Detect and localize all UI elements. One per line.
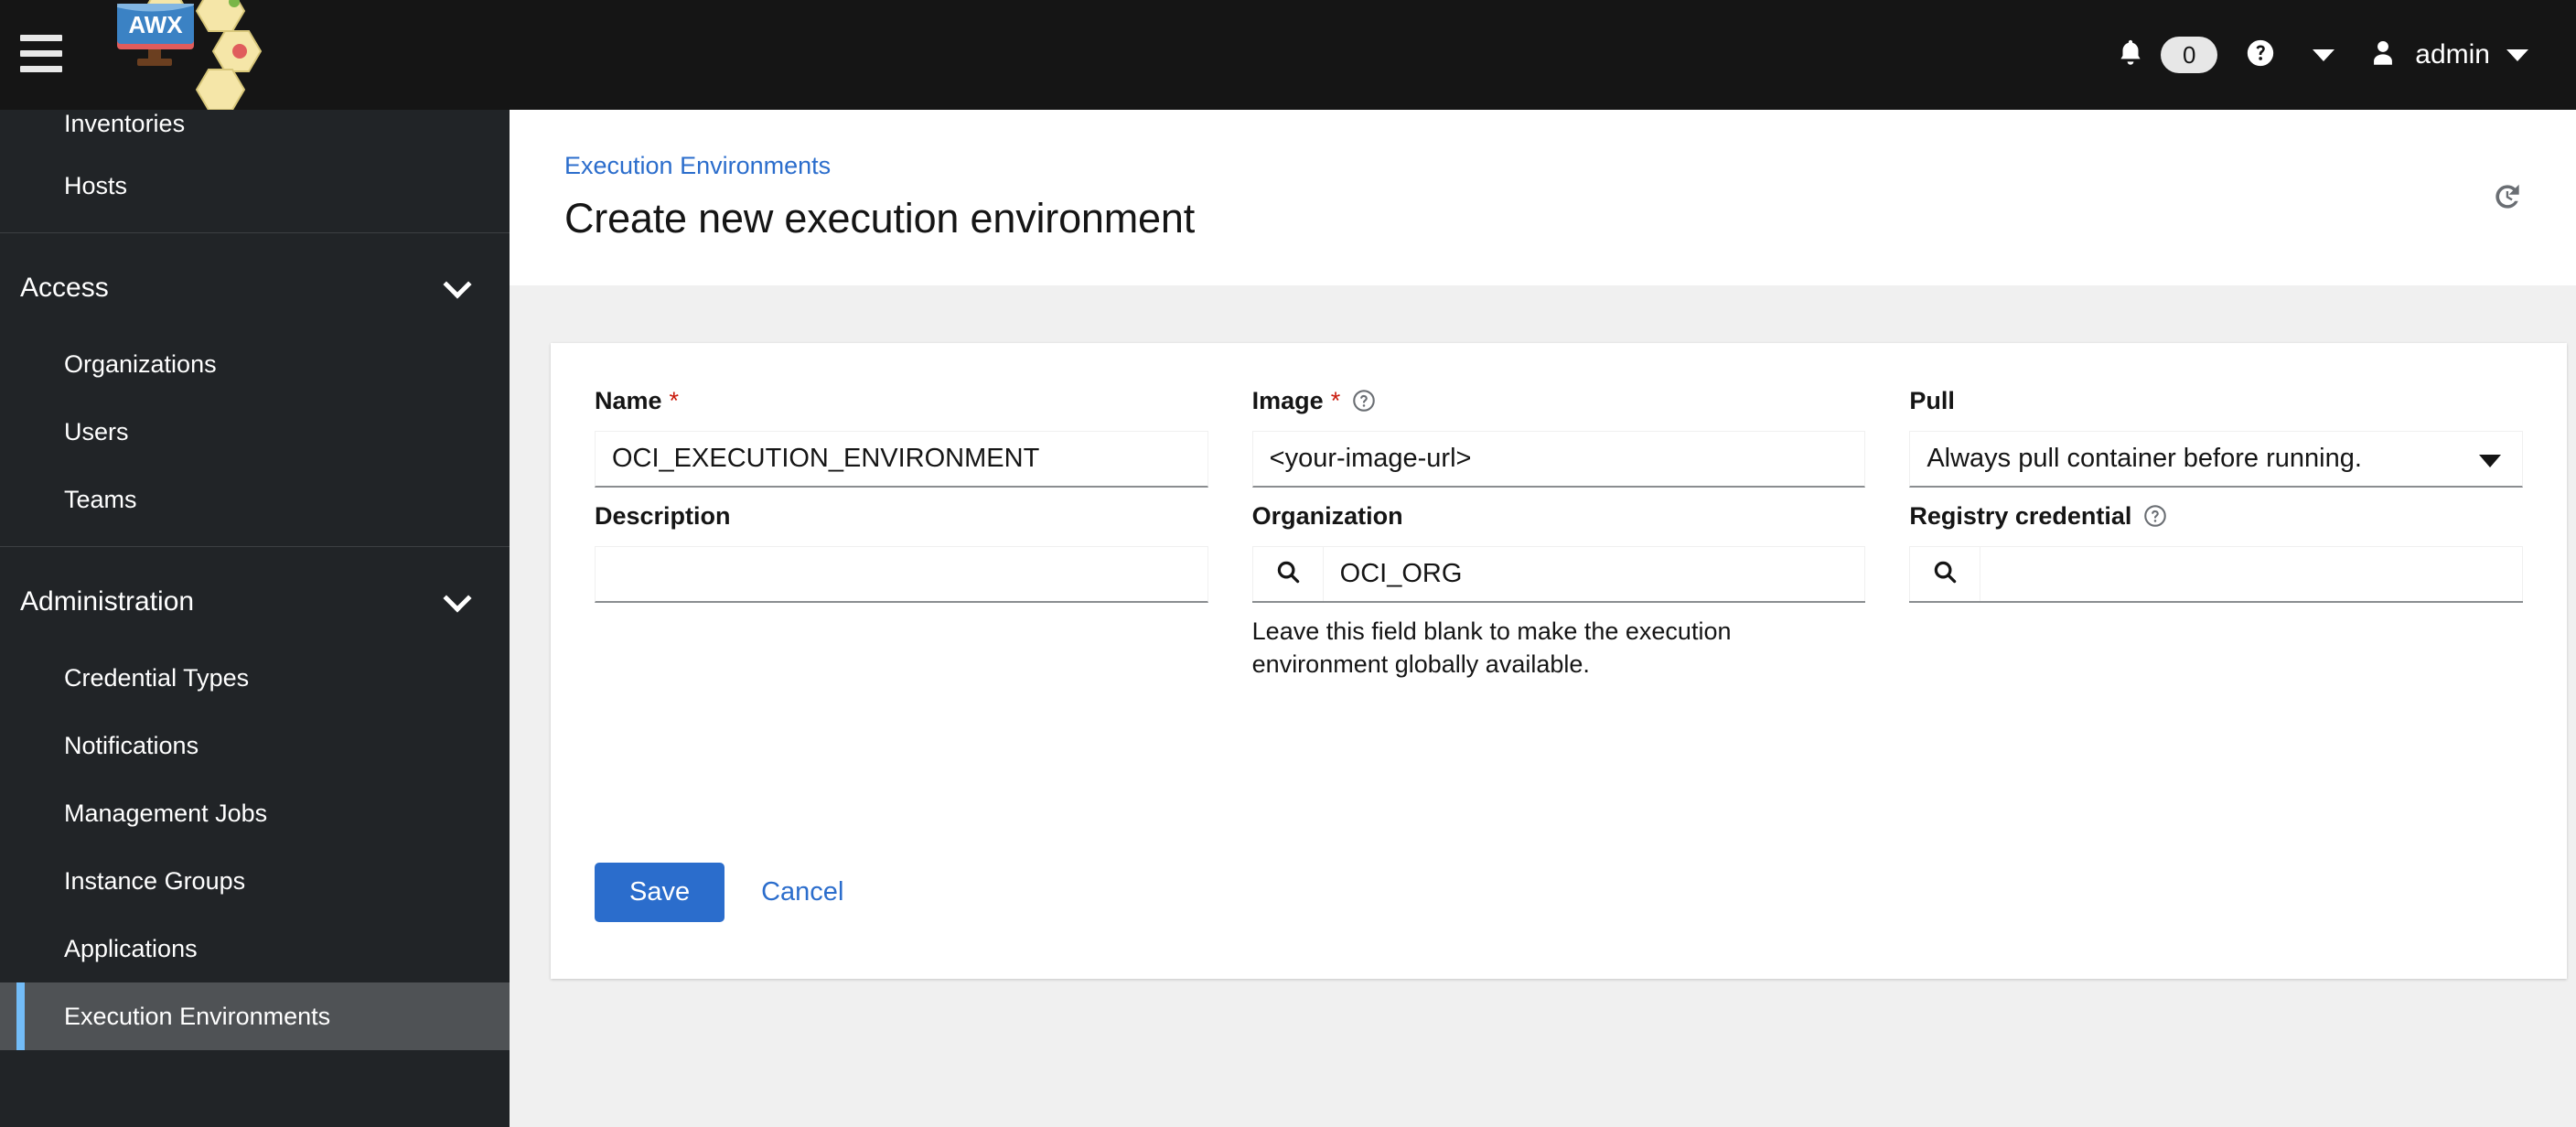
- sidebar-item-credential-types[interactable]: Credential Types: [0, 644, 510, 712]
- bell-icon: [2115, 37, 2146, 74]
- name-input[interactable]: OCI_EXECUTION_ENVIRONMENT: [595, 431, 1208, 488]
- organization-label: Organization: [1252, 500, 1866, 531]
- registry-credential-label: Registry credential: [1909, 500, 2523, 531]
- sidebar-item-teams[interactable]: Teams: [0, 466, 510, 533]
- sidebar-item-label: Teams: [64, 485, 137, 513]
- organization-helper-text: Leave this field blank to make the execu…: [1251, 617, 1732, 678]
- chevron-down-icon: [443, 270, 472, 299]
- svg-text:AWX: AWX: [128, 11, 183, 38]
- sidebar-item-organizations[interactable]: Organizations: [0, 330, 510, 398]
- user-avatar-icon: [2367, 37, 2399, 74]
- caret-down-icon: [2313, 48, 2335, 61]
- pull-label: Pull: [1909, 385, 2523, 416]
- pull-select[interactable]: Always pull container before running.: [1909, 431, 2523, 488]
- image-label: Image *: [1252, 385, 1866, 416]
- sidebar-item-inventories[interactable]: Inventories: [0, 110, 510, 152]
- sidebar-item-notifications[interactable]: Notifications: [0, 712, 510, 779]
- sidebar-item-management-jobs[interactable]: Management Jobs: [0, 779, 510, 847]
- sidebar-item-label: Organizations: [64, 349, 217, 378]
- breadcrumb-execution-environments[interactable]: Execution Environments: [564, 152, 2521, 180]
- question-circle-icon: [2245, 38, 2276, 73]
- organization-search-button[interactable]: [1251, 546, 1324, 601]
- caret-down-icon: [2506, 48, 2528, 61]
- sidebar-divider: [0, 546, 510, 547]
- nav-toggle-button[interactable]: [20, 31, 68, 75]
- sidebar-nav: Inventories Hosts Access Organizations U…: [0, 110, 510, 1127]
- sidebar-item-label: Applications: [64, 934, 198, 962]
- required-asterisk: *: [669, 386, 680, 414]
- sidebar-item-label: Instance Groups: [64, 866, 246, 895]
- sidebar-group-label: Administration: [20, 586, 195, 617]
- sidebar-item-label: Credential Types: [64, 663, 250, 692]
- description-input[interactable]: [595, 546, 1208, 603]
- field-registry-credential: Registry credential: [1909, 500, 2523, 682]
- page-title: Create new execution environment: [564, 195, 1195, 242]
- sidebar-item-instance-groups[interactable]: Instance Groups: [0, 847, 510, 915]
- search-icon: [1931, 558, 1959, 590]
- sidebar-group-label: Access: [20, 273, 109, 303]
- sidebar-item-label: Inventories: [64, 110, 186, 137]
- save-button[interactable]: Save: [595, 863, 725, 922]
- organization-label-text: Organization: [1251, 501, 1403, 530]
- page-header: Execution Environments Create new execut…: [510, 110, 2576, 285]
- question-circle-icon[interactable]: [1351, 388, 1377, 413]
- masthead-toolbar: 0 admin: [2097, 0, 2543, 110]
- sidebar-item-execution-environments[interactable]: Execution Environments: [0, 982, 510, 1050]
- caret-down-icon: [2479, 455, 2501, 467]
- organization-lookup: OCI_ORG: [1251, 546, 1866, 603]
- user-menu-button[interactable]: admin: [2353, 0, 2543, 110]
- name-label: Name *: [595, 385, 1208, 416]
- sidebar-item-users[interactable]: Users: [0, 398, 510, 466]
- name-label-text: Name: [595, 386, 662, 414]
- field-image: Image * <your-image-url>: [1251, 385, 1866, 488]
- sidebar-item-label: Notifications: [64, 731, 199, 759]
- help-dropdown-toggle[interactable]: [2294, 0, 2353, 110]
- hamburger-bar: [20, 49, 62, 57]
- notification-count-badge: 0: [2161, 37, 2218, 73]
- chevron-down-icon: [443, 584, 472, 613]
- masthead: AWX 0 admin: [0, 0, 2576, 111]
- organization-input[interactable]: OCI_ORG: [1323, 546, 1866, 601]
- sidebar-group-administration[interactable]: Administration: [0, 560, 510, 644]
- sidebar-item-label: Management Jobs: [64, 799, 268, 827]
- sidebar-item-label: Users: [64, 417, 129, 445]
- hamburger-bar: [20, 65, 62, 72]
- form-actions: Save Cancel: [595, 863, 856, 922]
- field-description: Description: [595, 500, 1208, 682]
- awx-app: AWX 0 admin Inventories Hosts Access Org…: [0, 0, 2576, 1127]
- sidebar-item-label: Hosts: [64, 171, 128, 199]
- cancel-button[interactable]: Cancel: [748, 863, 856, 922]
- sidebar-divider: [0, 232, 510, 233]
- registry-credential-lookup: [1909, 546, 2523, 603]
- registry-credential-search-button[interactable]: [1909, 546, 1981, 601]
- sidebar-item-applications[interactable]: Applications: [0, 915, 510, 982]
- question-circle-icon[interactable]: [2142, 503, 2168, 529]
- hamburger-bar: [20, 34, 62, 41]
- image-input[interactable]: <your-image-url>: [1251, 431, 1866, 488]
- sidebar-item-hosts[interactable]: Hosts: [0, 152, 510, 220]
- required-asterisk: *: [1330, 386, 1341, 414]
- sidebar-item-label: Execution Environments: [64, 1002, 331, 1030]
- pull-select-wrapper: Always pull container before running.: [1909, 431, 2523, 488]
- registry-credential-input[interactable]: [1980, 546, 2523, 601]
- form-grid: Name * OCI_EXECUTION_ENVIRONMENT Image *: [551, 343, 2567, 694]
- awx-logo[interactable]: AWX: [101, 0, 284, 111]
- field-pull: Pull Always pull container before runnin…: [1909, 385, 2523, 488]
- field-organization: Organization OCI_ORG Leave this field bl…: [1251, 500, 1866, 682]
- username-label: admin: [2415, 39, 2490, 70]
- description-label-text: Description: [595, 501, 731, 530]
- help-button[interactable]: [2227, 0, 2294, 110]
- image-label-text: Image: [1251, 386, 1324, 414]
- notifications-button[interactable]: 0: [2097, 0, 2227, 110]
- field-name: Name * OCI_EXECUTION_ENVIRONMENT: [595, 385, 1208, 488]
- sidebar-group-access[interactable]: Access: [0, 246, 510, 330]
- description-label: Description: [595, 500, 1208, 531]
- execution-environment-form-card: Name * OCI_EXECUTION_ENVIRONMENT Image *: [551, 343, 2567, 979]
- main-content: Execution Environments Create new execut…: [510, 110, 2576, 1127]
- pull-label-text: Pull: [1909, 386, 1955, 414]
- search-icon: [1274, 558, 1302, 590]
- history-icon[interactable]: [2490, 179, 2525, 219]
- registry-credential-label-text: Registry credential: [1909, 501, 2132, 530]
